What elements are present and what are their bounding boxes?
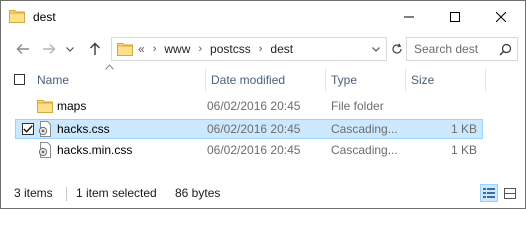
item-count: 3 items <box>14 186 53 200</box>
address-bar[interactable]: « › www › postcss › dest <box>111 37 387 61</box>
css-file-icon <box>38 142 51 158</box>
explorer-window: dest « › www › postcss › dest Search des… <box>0 0 526 209</box>
close-icon <box>496 11 506 22</box>
navigation-bar: « › www › postcss › dest <box>1 33 525 65</box>
selection-count: 1 item selected <box>76 186 157 200</box>
file-type: Cascading... <box>331 143 398 157</box>
minimize-icon <box>404 16 414 17</box>
select-all-checkbox[interactable] <box>14 74 25 85</box>
chevron-down-icon <box>66 46 74 52</box>
chevron-right-icon: › <box>198 43 203 55</box>
details-view-icon <box>483 188 495 198</box>
column-date-modified[interactable]: Date modified <box>211 67 325 93</box>
search-box <box>406 37 518 61</box>
close-button[interactable] <box>478 1 524 32</box>
title-bar: dest <box>1 1 525 33</box>
file-size: 1 KB <box>450 143 477 157</box>
arrow-up-icon <box>90 42 100 55</box>
refresh-button[interactable] <box>389 39 405 59</box>
breadcrumb: « › www › postcss › dest <box>138 42 293 56</box>
forward-button[interactable] <box>39 39 59 59</box>
column-type-label: Type <box>331 73 358 87</box>
file-date: 06/02/2016 20:45 <box>207 143 301 157</box>
file-name: maps <box>57 99 87 113</box>
selection-size: 86 bytes <box>175 186 221 200</box>
chevron-down-icon <box>372 46 380 52</box>
large-icons-view-icon <box>504 187 516 199</box>
search-input[interactable] <box>410 40 500 58</box>
breadcrumb-overflow[interactable]: « <box>138 42 145 56</box>
column-size-label: Size <box>411 73 435 87</box>
large-icons-view-button[interactable] <box>501 184 519 202</box>
column-size[interactable]: Size <box>411 67 481 93</box>
maximize-button[interactable] <box>432 1 478 32</box>
breadcrumb-item-www[interactable]: www <box>164 42 190 56</box>
list-item-selected[interactable]: hacks.css 06/02/2016 20:45 Cascading... … <box>15 119 483 139</box>
chevron-right-icon: › <box>258 43 263 55</box>
column-type[interactable]: Type <box>331 67 401 93</box>
file-date: 06/02/2016 20:45 <box>207 122 301 136</box>
file-type: File folder <box>331 99 384 113</box>
chevron-right-icon: › <box>152 43 157 55</box>
window-title: dest <box>33 10 56 24</box>
css-file-icon <box>38 121 51 137</box>
maximize-icon <box>450 11 460 22</box>
up-button[interactable] <box>85 39 105 59</box>
column-name[interactable]: Name <box>37 67 203 93</box>
file-name: hacks.css <box>57 122 110 136</box>
checkmark-icon <box>23 125 33 133</box>
list-item[interactable]: hacks.min.css 06/02/2016 20:45 Cascading… <box>15 141 483 161</box>
details-view-button[interactable] <box>480 184 498 202</box>
folder-icon <box>117 43 133 56</box>
file-date: 06/02/2016 20:45 <box>207 99 301 113</box>
arrow-left-icon <box>16 44 29 54</box>
address-history-button[interactable] <box>368 40 384 58</box>
breadcrumb-item-dest[interactable]: dest <box>270 42 293 56</box>
status-bar: 3 items 1 item selected 86 bytes <box>1 181 525 207</box>
recent-locations-button[interactable] <box>63 39 77 59</box>
folder-icon <box>37 100 53 113</box>
file-size: 1 KB <box>450 122 477 136</box>
row-checkbox[interactable] <box>22 123 34 135</box>
file-size <box>411 97 477 115</box>
search-icon <box>499 43 512 56</box>
refresh-icon <box>392 43 402 54</box>
column-date-label: Date modified <box>211 73 286 87</box>
breadcrumb-item-postcss[interactable]: postcss <box>210 42 251 56</box>
minimize-button[interactable] <box>386 1 432 32</box>
file-type: Cascading... <box>331 122 398 136</box>
arrow-right-icon <box>43 44 56 54</box>
folder-icon <box>9 10 25 23</box>
column-name-label: Name <box>37 73 70 87</box>
back-button[interactable] <box>13 39 33 59</box>
file-name: hacks.min.css <box>57 143 133 157</box>
list-item[interactable]: maps 06/02/2016 20:45 File folder <box>15 97 483 117</box>
column-header: Name Date modified Type Size <box>1 67 525 93</box>
